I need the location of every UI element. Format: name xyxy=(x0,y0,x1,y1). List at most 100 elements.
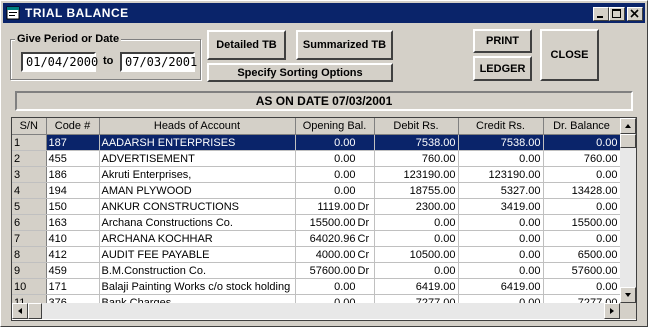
scroll-up-button[interactable] xyxy=(620,118,636,134)
table-row[interactable]: 6 163 Archana Constructions Co. 15500.00 Dr 0… xyxy=(12,214,621,231)
credit-cell[interactable]: 7538.00 xyxy=(458,134,544,151)
column-header-credit[interactable]: Credit Rs. xyxy=(458,118,544,135)
debit-cell[interactable]: 0.00 xyxy=(374,262,459,279)
dr-balance-cell[interactable]: 6500.00 xyxy=(543,246,621,263)
debit-cell[interactable]: 10500.00 xyxy=(374,246,459,263)
opening-balance-cell[interactable]: 0.00 xyxy=(295,134,375,151)
detailed-tb-button[interactable]: Detailed TB xyxy=(207,30,286,60)
code-cell[interactable]: 163 xyxy=(46,214,100,231)
dr-balance-cell[interactable]: 0.00 xyxy=(543,198,621,215)
row-sn-cell[interactable]: 3 xyxy=(12,166,47,183)
opening-balance-cell[interactable]: 0.00 xyxy=(295,150,375,167)
account-head-cell[interactable]: ADVERTISEMENT xyxy=(99,150,296,167)
account-head-cell[interactable]: AADARSH ENTERPRISES xyxy=(99,134,296,151)
code-cell[interactable]: 412 xyxy=(46,246,100,263)
dr-balance-cell[interactable]: 760.00 xyxy=(543,150,621,167)
scroll-right-button[interactable] xyxy=(604,303,620,319)
credit-cell[interactable]: 5327.00 xyxy=(458,182,544,199)
code-cell[interactable]: 186 xyxy=(46,166,100,183)
debit-cell[interactable]: 0.00 xyxy=(374,214,459,231)
account-head-cell[interactable]: Akruti Enterprises, xyxy=(99,166,296,183)
debit-cell[interactable]: 18755.00 xyxy=(374,182,459,199)
scroll-down-button[interactable] xyxy=(620,287,636,303)
column-header-code[interactable]: Code # xyxy=(46,118,100,135)
table-row[interactable]: 2 455 ADVERTISEMENT 0.00 760.00 0.00 760.00 xyxy=(12,150,621,167)
summarized-tb-button[interactable]: Summarized TB xyxy=(296,30,393,60)
row-sn-cell[interactable]: 10 xyxy=(12,278,47,295)
row-sn-cell[interactable]: 1 xyxy=(12,134,47,151)
code-cell[interactable]: 194 xyxy=(46,182,100,199)
account-head-cell[interactable]: AMAN PLYWOOD xyxy=(99,182,296,199)
code-cell[interactable]: 459 xyxy=(46,262,100,279)
title-bar[interactable]: TRIAL BALANCE xyxy=(3,3,645,23)
opening-balance-cell[interactable]: 15500.00 Dr xyxy=(295,214,375,231)
opening-balance-cell[interactable]: 0.00 xyxy=(295,278,375,295)
credit-cell[interactable]: 0.00 xyxy=(458,214,544,231)
account-head-cell[interactable]: ARCHANA KOCHHAR xyxy=(99,230,296,247)
row-sn-cell[interactable]: 9 xyxy=(12,262,47,279)
column-header-dr-balance[interactable]: Dr. Balance xyxy=(543,118,621,135)
column-header-sn[interactable]: S/N xyxy=(12,118,47,135)
debit-cell[interactable]: 123190.00 xyxy=(374,166,459,183)
from-date-field[interactable]: 01/04/2000 xyxy=(21,52,98,72)
account-head-cell[interactable]: Archana Constructions Co. xyxy=(99,214,296,231)
table-row[interactable]: 9 459 B.M.Construction Co. 57600.00 Dr 0.00 0.… xyxy=(12,262,621,279)
print-button[interactable]: PRINT xyxy=(473,29,532,53)
horizontal-scrollbar[interactable] xyxy=(12,303,620,319)
credit-cell[interactable]: 0.00 xyxy=(458,150,544,167)
credit-cell[interactable]: 0.00 xyxy=(458,230,544,247)
dr-balance-cell[interactable]: 0.00 xyxy=(543,134,621,151)
row-sn-cell[interactable]: 5 xyxy=(12,198,47,215)
debit-cell[interactable]: 0.00 xyxy=(374,230,459,247)
dr-balance-cell[interactable]: 0.00 xyxy=(543,166,621,183)
sorting-options-button[interactable]: Specify Sorting Options xyxy=(207,63,393,82)
column-header-head[interactable]: Heads of Account xyxy=(99,118,296,135)
account-head-cell[interactable]: AUDIT FEE PAYABLE xyxy=(99,246,296,263)
code-cell[interactable]: 150 xyxy=(46,198,100,215)
row-sn-cell[interactable]: 7 xyxy=(12,230,47,247)
row-sn-cell[interactable]: 4 xyxy=(12,182,47,199)
dr-balance-cell[interactable]: 0.00 xyxy=(543,230,621,247)
column-header-opening[interactable]: Opening Bal. xyxy=(295,118,375,135)
dr-balance-cell[interactable]: 15500.00 xyxy=(543,214,621,231)
minimize-button[interactable] xyxy=(593,7,609,21)
table-row[interactable]: 3 186 Akruti Enterprises, 0.00 123190.00 1231… xyxy=(12,166,621,183)
dr-balance-cell[interactable]: 57600.00 xyxy=(543,262,621,279)
column-header-debit[interactable]: Debit Rs. xyxy=(374,118,459,135)
credit-cell[interactable]: 0.00 xyxy=(458,246,544,263)
horizontal-scroll-thumb[interactable] xyxy=(28,303,42,319)
code-cell[interactable]: 455 xyxy=(46,150,100,167)
account-head-cell[interactable]: B.M.Construction Co. xyxy=(99,262,296,279)
debit-cell[interactable]: 2300.00 xyxy=(374,198,459,215)
credit-cell[interactable]: 6419.00 xyxy=(458,278,544,295)
row-sn-cell[interactable]: 6 xyxy=(12,214,47,231)
debit-cell[interactable]: 6419.00 xyxy=(374,278,459,295)
opening-balance-cell[interactable]: 57600.00 Dr xyxy=(295,262,375,279)
table-row[interactable]: 1 187 AADARSH ENTERPRISES 0.00 7538.00 7538.0… xyxy=(12,134,621,151)
ledger-button[interactable]: LEDGER xyxy=(473,56,532,81)
code-cell[interactable]: 171 xyxy=(46,278,100,295)
vertical-scroll-thumb[interactable] xyxy=(620,134,636,148)
maximize-button[interactable] xyxy=(609,7,625,21)
credit-cell[interactable]: 3419.00 xyxy=(458,198,544,215)
row-sn-cell[interactable]: 8 xyxy=(12,246,47,263)
opening-balance-cell[interactable]: 0.00 xyxy=(295,182,375,199)
trial-balance-grid[interactable]: S/N Code # Heads of Account Opening Bal.… xyxy=(11,117,637,321)
code-cell[interactable]: 410 xyxy=(46,230,100,247)
table-row[interactable]: 5 150 ANKUR CONSTRUCTIONS 1119.00 Dr 2300.00 3… xyxy=(12,198,621,215)
opening-balance-cell[interactable]: 64020.96 Cr xyxy=(295,230,375,247)
opening-balance-cell[interactable]: 4000.00 Cr xyxy=(295,246,375,263)
table-row[interactable]: 8 412 AUDIT FEE PAYABLE 4000.00 Cr 10500.00 0.… xyxy=(12,246,621,263)
to-date-field[interactable]: 07/03/2001 xyxy=(120,52,197,72)
credit-cell[interactable]: 123190.00 xyxy=(458,166,544,183)
code-cell[interactable]: 187 xyxy=(46,134,100,151)
debit-cell[interactable]: 760.00 xyxy=(374,150,459,167)
opening-balance-cell[interactable]: 0.00 xyxy=(295,166,375,183)
table-row[interactable]: 4 194 AMAN PLYWOOD 0.00 18755.00 5327.00 13428… xyxy=(12,182,621,199)
debit-cell[interactable]: 7538.00 xyxy=(374,134,459,151)
close-window-button[interactable] xyxy=(627,7,643,21)
table-row[interactable]: 10 171 Balaji Painting Works c/o stock hol… xyxy=(12,278,621,295)
close-button[interactable]: CLOSE xyxy=(540,29,599,81)
account-head-cell[interactable]: ANKUR CONSTRUCTIONS xyxy=(99,198,296,215)
dr-balance-cell[interactable]: 0.00 xyxy=(543,278,621,295)
